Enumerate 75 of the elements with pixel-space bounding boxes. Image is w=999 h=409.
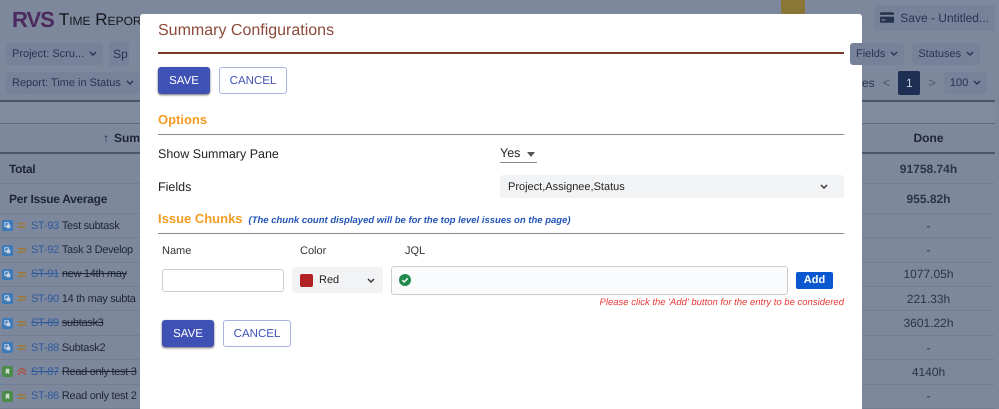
sort-arrow[interactable]: ↑ [102,131,109,146]
pages-label: es [862,76,875,90]
table-cell: - [926,389,930,404]
table-cell: 3601.22h [903,316,954,330]
issue-key-link[interactable]: ST-89 [31,317,59,330]
table-cell: 221.33h [906,292,950,306]
column-header[interactable]: Done [914,131,944,146]
table-cell: - [926,340,930,355]
field-label: Name [162,245,192,257]
summary-pane-dropdown[interactable]: Yes [500,144,537,163]
page-button[interactable]: 1 [898,70,920,95]
next-page-button[interactable]: > [926,75,938,90]
table-cell: 1077.05h [903,267,954,282]
table-cell: - [926,218,930,233]
statuses-dropdown[interactable]: Statuses [912,42,980,65]
project-dropdown[interactable]: Project: Scru... [6,42,104,65]
table-cell: Task 3 Develop [62,244,133,256]
page-size-dropdown[interactable]: 100 [944,72,988,94]
issue-key-link[interactable]: ST-88 [31,342,59,354]
issue-key-link[interactable]: ST-93 [31,220,59,232]
chevron-down-icon [973,80,982,86]
table-cell: 14 th may subta [62,292,136,305]
add-button[interactable]: Add [796,272,833,288]
table-cell: Subtask2 [62,342,106,354]
save-button[interactable]: SAVE [162,320,214,347]
table-cell: 4140h [912,364,946,379]
chevron-down-icon [966,51,974,56]
table-cell: Read only test 2 [62,390,137,402]
report-dropdown[interactable]: Report: Time in Status [6,72,140,94]
section-heading: Options [158,112,208,127]
table-cell: subtask3 [62,317,104,330]
sprint-dropdown[interactable]: Sp [109,42,129,66]
table-cell: Read only test 3 [62,366,137,378]
field-label: Color [300,245,326,257]
previous-page-button[interactable]: < [880,75,892,90]
field-label: Fields [158,180,192,194]
check-icon [399,274,411,286]
app-logo: RVS [12,6,54,33]
app-icon[interactable] [781,0,805,14]
dialog-title: Summary Configurations [158,22,336,41]
issue-key-link[interactable]: ST-91 [31,268,59,280]
issue-key-link[interactable]: ST-90 [31,292,59,305]
fields-dropdown[interactable]: Fields [850,42,904,65]
save-menu-button[interactable]: Save - Untitled... [874,4,995,31]
field-label: JQL [405,245,426,257]
table-cell: - [926,243,930,258]
chevron-down-icon [367,278,375,282]
column-header[interactable]: Sum [114,131,140,146]
chevron-down-icon [89,51,98,56]
table-cell: 91758.74h [900,162,958,176]
chevron-down-icon [126,80,134,86]
caret-down-icon [526,152,535,157]
table-cell: Total [9,162,36,176]
name-input[interactable] [162,268,284,292]
table-cell: 955.82h [906,192,951,206]
issue-key-link[interactable]: ST-92 [31,244,59,256]
chevron-down-icon [890,51,898,56]
issue-key-link[interactable]: ST-86 [31,390,59,402]
table-cell: Per Issue Average [9,192,108,206]
table-cell: new 14th may [62,268,127,280]
chevron-down-icon [820,184,828,189]
jql-input[interactable] [391,266,788,294]
cancel-button[interactable]: CANCEL [223,320,291,347]
issue-key-link[interactable]: ST-87 [31,366,59,378]
save-button[interactable]: SAVE [158,67,210,94]
cancel-button[interactable]: CANCEL [219,67,287,94]
note-text: (The chunk count displayed will be for the top level issues on the page) [248,215,571,226]
table-cell: Test subtask [62,220,120,232]
hint-text: Please click the 'Add' button for the entry to be considered [598,297,844,308]
section-heading: Issue Chunks [158,211,243,226]
app-title: Time Repor [58,10,142,30]
card-icon [880,12,894,24]
color-select[interactable]: Red [292,267,383,293]
fields-select[interactable]: Project,Assignee,Status [500,175,844,198]
field-label: Show Summary Pane [158,146,280,160]
